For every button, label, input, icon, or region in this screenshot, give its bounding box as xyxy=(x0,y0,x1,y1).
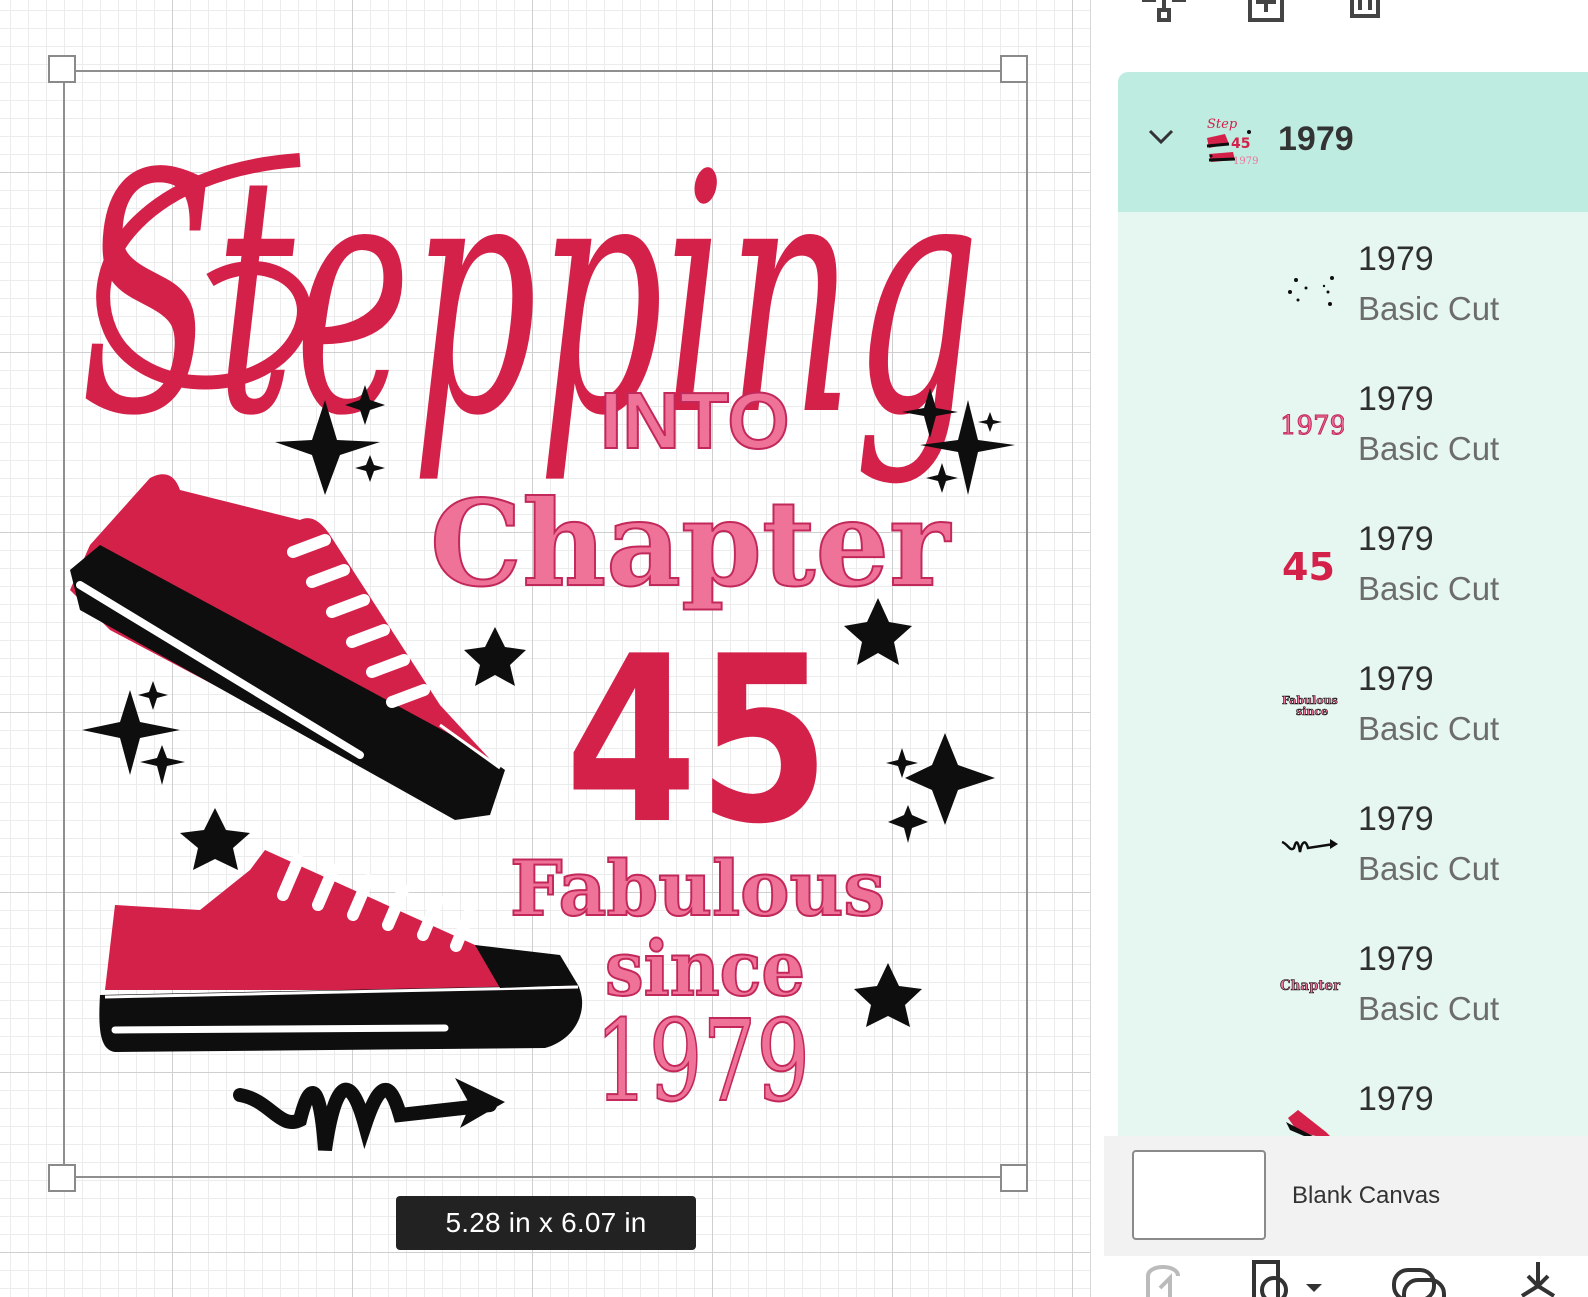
slice-icon[interactable] xyxy=(1138,1256,1188,1297)
delete-icon[interactable] xyxy=(1338,0,1394,26)
svg-text:1979: 1979 xyxy=(1280,411,1344,441)
svg-text:Chapter: Chapter xyxy=(1280,978,1341,994)
layer-row-fabulous[interactable]: Fabulous since 1979 Basic Cut xyxy=(1118,642,1588,782)
combine-dropdown-icon[interactable] xyxy=(1248,1256,1328,1297)
layer-row-chapter[interactable]: Chapter 1979 Basic Cut xyxy=(1118,922,1588,1062)
layer-row-45[interactable]: 45 1979 Basic Cut xyxy=(1118,502,1588,642)
svg-text:since: since xyxy=(1296,705,1328,718)
resize-handle-top-left[interactable] xyxy=(48,55,76,83)
layer-row-shoe[interactable]: 1979 xyxy=(1118,1062,1588,1136)
resize-handle-top-right[interactable] xyxy=(1000,55,1028,83)
layer-name: 1979 xyxy=(1358,940,1434,978)
panel-divider xyxy=(1090,0,1091,1297)
layer-type: Basic Cut xyxy=(1358,570,1500,607)
layer-name: 1979 xyxy=(1358,800,1434,838)
design-canvas[interactable]: Stepping INTO Chapter 45 Fabulous since … xyxy=(0,0,1090,1297)
layer-name: 1979 xyxy=(1358,240,1434,278)
bottom-toolbar xyxy=(1104,1256,1588,1297)
group-thumbnail: Step 45 1979 xyxy=(1206,117,1258,167)
group-icon[interactable] xyxy=(1138,0,1194,26)
chevron-down-icon[interactable] xyxy=(1146,122,1176,152)
chapter-thumbnail-icon: Chapter xyxy=(1280,978,1341,995)
layers-toolbar xyxy=(1104,0,1588,62)
sparkles-thumbnail-icon xyxy=(1288,276,1334,306)
svg-text:45: 45 xyxy=(1231,136,1250,152)
attach-icon[interactable] xyxy=(1388,1256,1448,1297)
blank-canvas-swatch[interactable] xyxy=(1132,1150,1266,1240)
svg-text:Step: Step xyxy=(1207,117,1238,132)
layer-type: Basic Cut xyxy=(1358,290,1500,327)
squiggle-arrow-thumbnail-icon xyxy=(1281,839,1338,853)
svg-text:1979: 1979 xyxy=(1233,156,1258,167)
layer-group-row[interactable]: Step 45 1979 1979 xyxy=(1118,72,1588,212)
layers-panel: Step 45 1979 1979 1979 Basic Cut 1979 19… xyxy=(1104,0,1588,1297)
blank-canvas-label: Blank Canvas xyxy=(1292,1182,1441,1209)
layer-name: 1979 xyxy=(1358,520,1434,558)
layer-type: Basic Cut xyxy=(1358,850,1500,887)
year-thumbnail-icon: 1979 xyxy=(1280,411,1345,442)
layer-name: 1979 xyxy=(1358,380,1434,418)
blank-canvas-row[interactable]: Blank Canvas xyxy=(1104,1136,1588,1256)
flatten-icon[interactable] xyxy=(1508,1256,1568,1297)
svg-text:45: 45 xyxy=(1282,545,1335,589)
resize-handle-bottom-right[interactable] xyxy=(1000,1164,1028,1192)
layer-name: 1979 xyxy=(1358,660,1434,698)
layer-type: Basic Cut xyxy=(1358,430,1500,467)
shoe-thumbnail-icon xyxy=(1286,1110,1330,1136)
layer-row-year[interactable]: 1979 1979 Basic Cut xyxy=(1118,362,1588,502)
number-45-thumbnail-icon: 45 xyxy=(1282,545,1335,589)
layer-row-dots[interactable]: 1979 Basic Cut xyxy=(1118,222,1588,362)
group-name: 1979 xyxy=(1278,120,1354,158)
selection-size-label: 5.28 in x 6.07 in xyxy=(396,1196,696,1250)
layer-type: Basic Cut xyxy=(1358,710,1500,747)
layer-row-squiggle[interactable]: 1979 Basic Cut xyxy=(1118,782,1588,922)
resize-handle-bottom-left[interactable] xyxy=(48,1164,76,1192)
duplicate-icon[interactable] xyxy=(1238,0,1294,26)
fabulous-thumbnail-icon: Fabulous since xyxy=(1282,694,1338,719)
selection-box[interactable] xyxy=(63,70,1028,1178)
layer-type: Basic Cut xyxy=(1358,990,1500,1027)
layer-name: 1979 xyxy=(1358,1080,1434,1118)
layer-list: Step 45 1979 1979 1979 Basic Cut 1979 19… xyxy=(1118,72,1588,1136)
